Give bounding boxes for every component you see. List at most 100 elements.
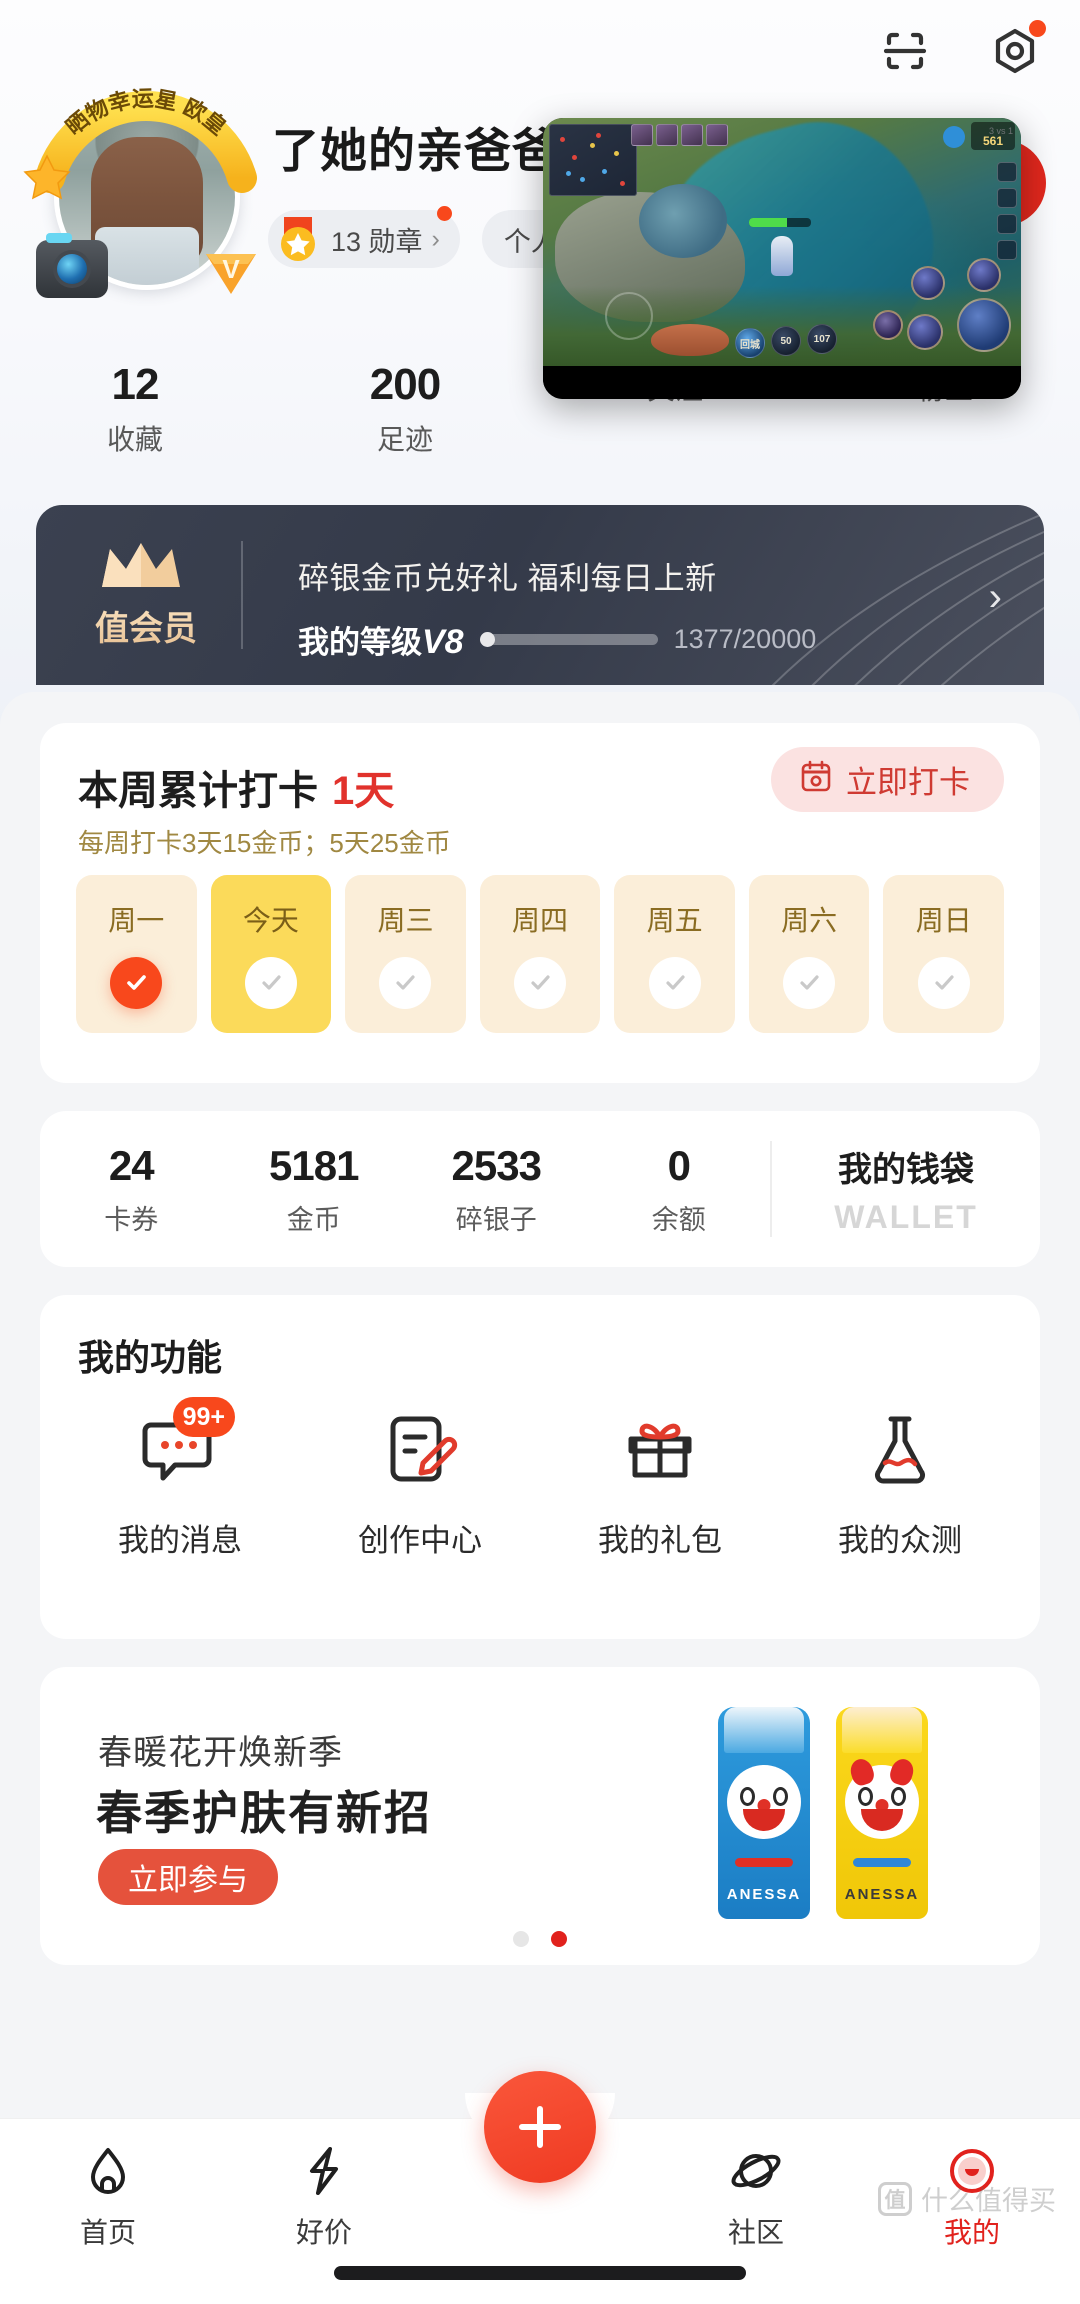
promo-title: 春季护肤有新招 xyxy=(96,1787,432,1839)
svg-text:V: V xyxy=(222,254,240,284)
game-monster xyxy=(651,324,729,356)
checkin-title: 本周累计打卡 1天 xyxy=(78,758,394,816)
game-rail-shield-icon[interactable] xyxy=(997,188,1017,208)
game-scene: 3 vs 1 561 回城 50 107 xyxy=(543,118,1021,396)
game-skill-4[interactable] xyxy=(873,310,903,340)
day-label: 周日 xyxy=(915,905,972,936)
day-cell-monday[interactable]: 周一 xyxy=(76,875,197,1033)
planet-icon xyxy=(731,2154,781,2188)
settings-hexagon-icon[interactable] xyxy=(986,20,1046,80)
game-skill-3[interactable] xyxy=(967,258,1001,292)
game-health-bar xyxy=(749,218,811,227)
bottom-navigation-bar: 首页 好价 社区 我的 值 什么值得买 xyxy=(0,2071,1080,2304)
settings-notification-dot xyxy=(1029,20,1046,37)
game-item-3[interactable]: 107 xyxy=(807,324,837,354)
day-label: 周一 xyxy=(108,905,165,936)
crown-icon xyxy=(98,539,184,591)
message-unread-badge: 99+ xyxy=(172,1397,235,1437)
wallet-balance[interactable]: 0 余额 xyxy=(588,1142,771,1237)
wallet-label: 碎银子 xyxy=(455,1204,537,1235)
day-label: 周五 xyxy=(646,905,703,936)
wallet-silver[interactable]: 2533 碎银子 xyxy=(405,1142,588,1237)
avatar[interactable]: 晒物幸运星 欧皇 V xyxy=(23,78,262,306)
checkin-days-count: 1天 xyxy=(332,769,395,813)
app-watermark: 值 什么值得买 xyxy=(878,2179,1056,2218)
wallet-card: 24 卡券 5181 金币 2533 碎银子 0 余额 我的钱袋 WALLET xyxy=(40,1111,1040,1267)
game-rail-sword-icon[interactable] xyxy=(997,162,1017,182)
checkin-subtitle: 每周打卡3天15金币；5天25金币 xyxy=(78,828,451,858)
nav-label: 好价 xyxy=(295,2217,352,2248)
banner-divider xyxy=(241,541,243,649)
stat-collections[interactable]: 12 收藏 xyxy=(0,360,270,458)
wallet-value: 5181 xyxy=(269,1141,359,1189)
day-cell-sunday[interactable]: 周日 xyxy=(883,875,1005,1033)
function-item-creation-center[interactable]: 创作中心 xyxy=(300,1407,540,1560)
game-item-2[interactable]: 50 xyxy=(771,326,801,356)
function-item-messages[interactable]: 99+ 我的消息 xyxy=(60,1397,300,1560)
day-check-icon xyxy=(110,957,163,1009)
functions-card: 我的功能 99+ 我的消息 创作中心 我的礼包 我的众测 xyxy=(40,1295,1040,1639)
wallet-label: 卡券 xyxy=(104,1204,159,1235)
medal-count-pill[interactable]: 13 勋章 › xyxy=(268,206,460,268)
weekday-checkin-row: 周一 今天 周三 周四 周五 周六 周日 xyxy=(76,875,1005,1033)
level-progress-bar xyxy=(479,632,658,647)
product-bottle-blue: ANESSA xyxy=(718,1707,810,1919)
game-skill-2[interactable] xyxy=(911,266,945,300)
level-label: 我的等级V8 xyxy=(298,617,464,662)
product-brand: ANESSA xyxy=(726,1886,802,1903)
stat-footprints[interactable]: 200 足迹 xyxy=(270,360,540,458)
medal-count-label: 13 勋章 xyxy=(331,226,423,257)
nav-item-deals[interactable]: 好价 xyxy=(216,2143,432,2251)
nav-item-home[interactable]: 首页 xyxy=(0,2143,216,2251)
promo-product-image: ANESSA ANESSA xyxy=(718,1689,948,1939)
game-skill-1[interactable] xyxy=(907,314,943,350)
membership-banner[interactable]: 值会员 碎银金币兑好礼 福利每日上新 我的等级V8 1377/20000 › xyxy=(36,505,1044,685)
day-check-icon xyxy=(783,957,836,1009)
function-label: 我的消息 xyxy=(118,1523,242,1558)
day-cell-friday[interactable]: 周五 xyxy=(614,875,735,1033)
function-label: 创作中心 xyxy=(358,1523,482,1558)
game-rail-flag-icon[interactable] xyxy=(997,214,1017,234)
add-post-fab-button[interactable] xyxy=(484,2071,596,2183)
game-minimap[interactable] xyxy=(549,124,637,196)
wallet-value: 0 xyxy=(667,1141,691,1189)
day-label: 今天 xyxy=(242,905,299,936)
carousel-dot-2[interactable] xyxy=(551,1931,567,1947)
message-bubble-icon: 99+ xyxy=(135,1397,235,1491)
header-icon-group xyxy=(876,20,1046,80)
game-joystick[interactable] xyxy=(605,292,653,340)
flask-icon xyxy=(855,1407,945,1491)
game-recall-item[interactable]: 回城 xyxy=(735,328,765,358)
day-cell-saturday[interactable]: 周六 xyxy=(748,875,870,1033)
membership-level-row: 我的等级V8 1377/20000 xyxy=(298,617,816,662)
my-wallet-entry[interactable]: 我的钱袋 WALLET xyxy=(772,1142,1040,1236)
wallet-label: 余额 xyxy=(651,1204,706,1235)
plus-icon xyxy=(519,2106,561,2148)
watermark-logo: 值 xyxy=(878,2181,912,2216)
medal-star-icon xyxy=(276,215,320,263)
verified-v-icon: V xyxy=(200,238,262,300)
chevron-right-icon[interactable]: › xyxy=(989,575,1002,620)
game-attack-button[interactable] xyxy=(957,298,1011,352)
function-item-gift-pack[interactable]: 我的礼包 xyxy=(540,1407,780,1560)
game-settings-icon[interactable] xyxy=(943,126,965,148)
wallet-coupons[interactable]: 24 卡券 xyxy=(40,1142,223,1237)
wallet-gold[interactable]: 5181 金币 xyxy=(223,1142,406,1237)
game-rail-chat-icon[interactable] xyxy=(997,240,1017,260)
checkin-now-button[interactable]: 立即打卡 xyxy=(771,747,1004,812)
floating-video-window[interactable]: 3 vs 1 561 回城 50 107 xyxy=(543,118,1021,399)
day-cell-today[interactable]: 今天 xyxy=(210,875,332,1033)
carousel-dot-1[interactable] xyxy=(513,1931,529,1947)
promo-banner-card[interactable]: 春暖花开焕新季 春季护肤有新招 立即参与 ANESSA ANESSA xyxy=(40,1667,1040,1965)
function-item-crowd-testing[interactable]: 我的众测 xyxy=(780,1407,1020,1560)
nav-label: 社区 xyxy=(727,2217,784,2248)
wallet-value: 24 xyxy=(108,1141,155,1189)
day-cell-thursday[interactable]: 周四 xyxy=(479,875,601,1033)
stat-value: 12 xyxy=(111,360,160,409)
wallet-label: 金币 xyxy=(286,1204,341,1235)
day-check-icon xyxy=(514,957,567,1009)
promo-cta-button[interactable]: 立即参与 xyxy=(98,1849,278,1905)
scan-icon[interactable] xyxy=(876,22,934,80)
nav-item-community[interactable]: 社区 xyxy=(648,2143,864,2251)
day-cell-wednesday[interactable]: 周三 xyxy=(345,875,466,1033)
